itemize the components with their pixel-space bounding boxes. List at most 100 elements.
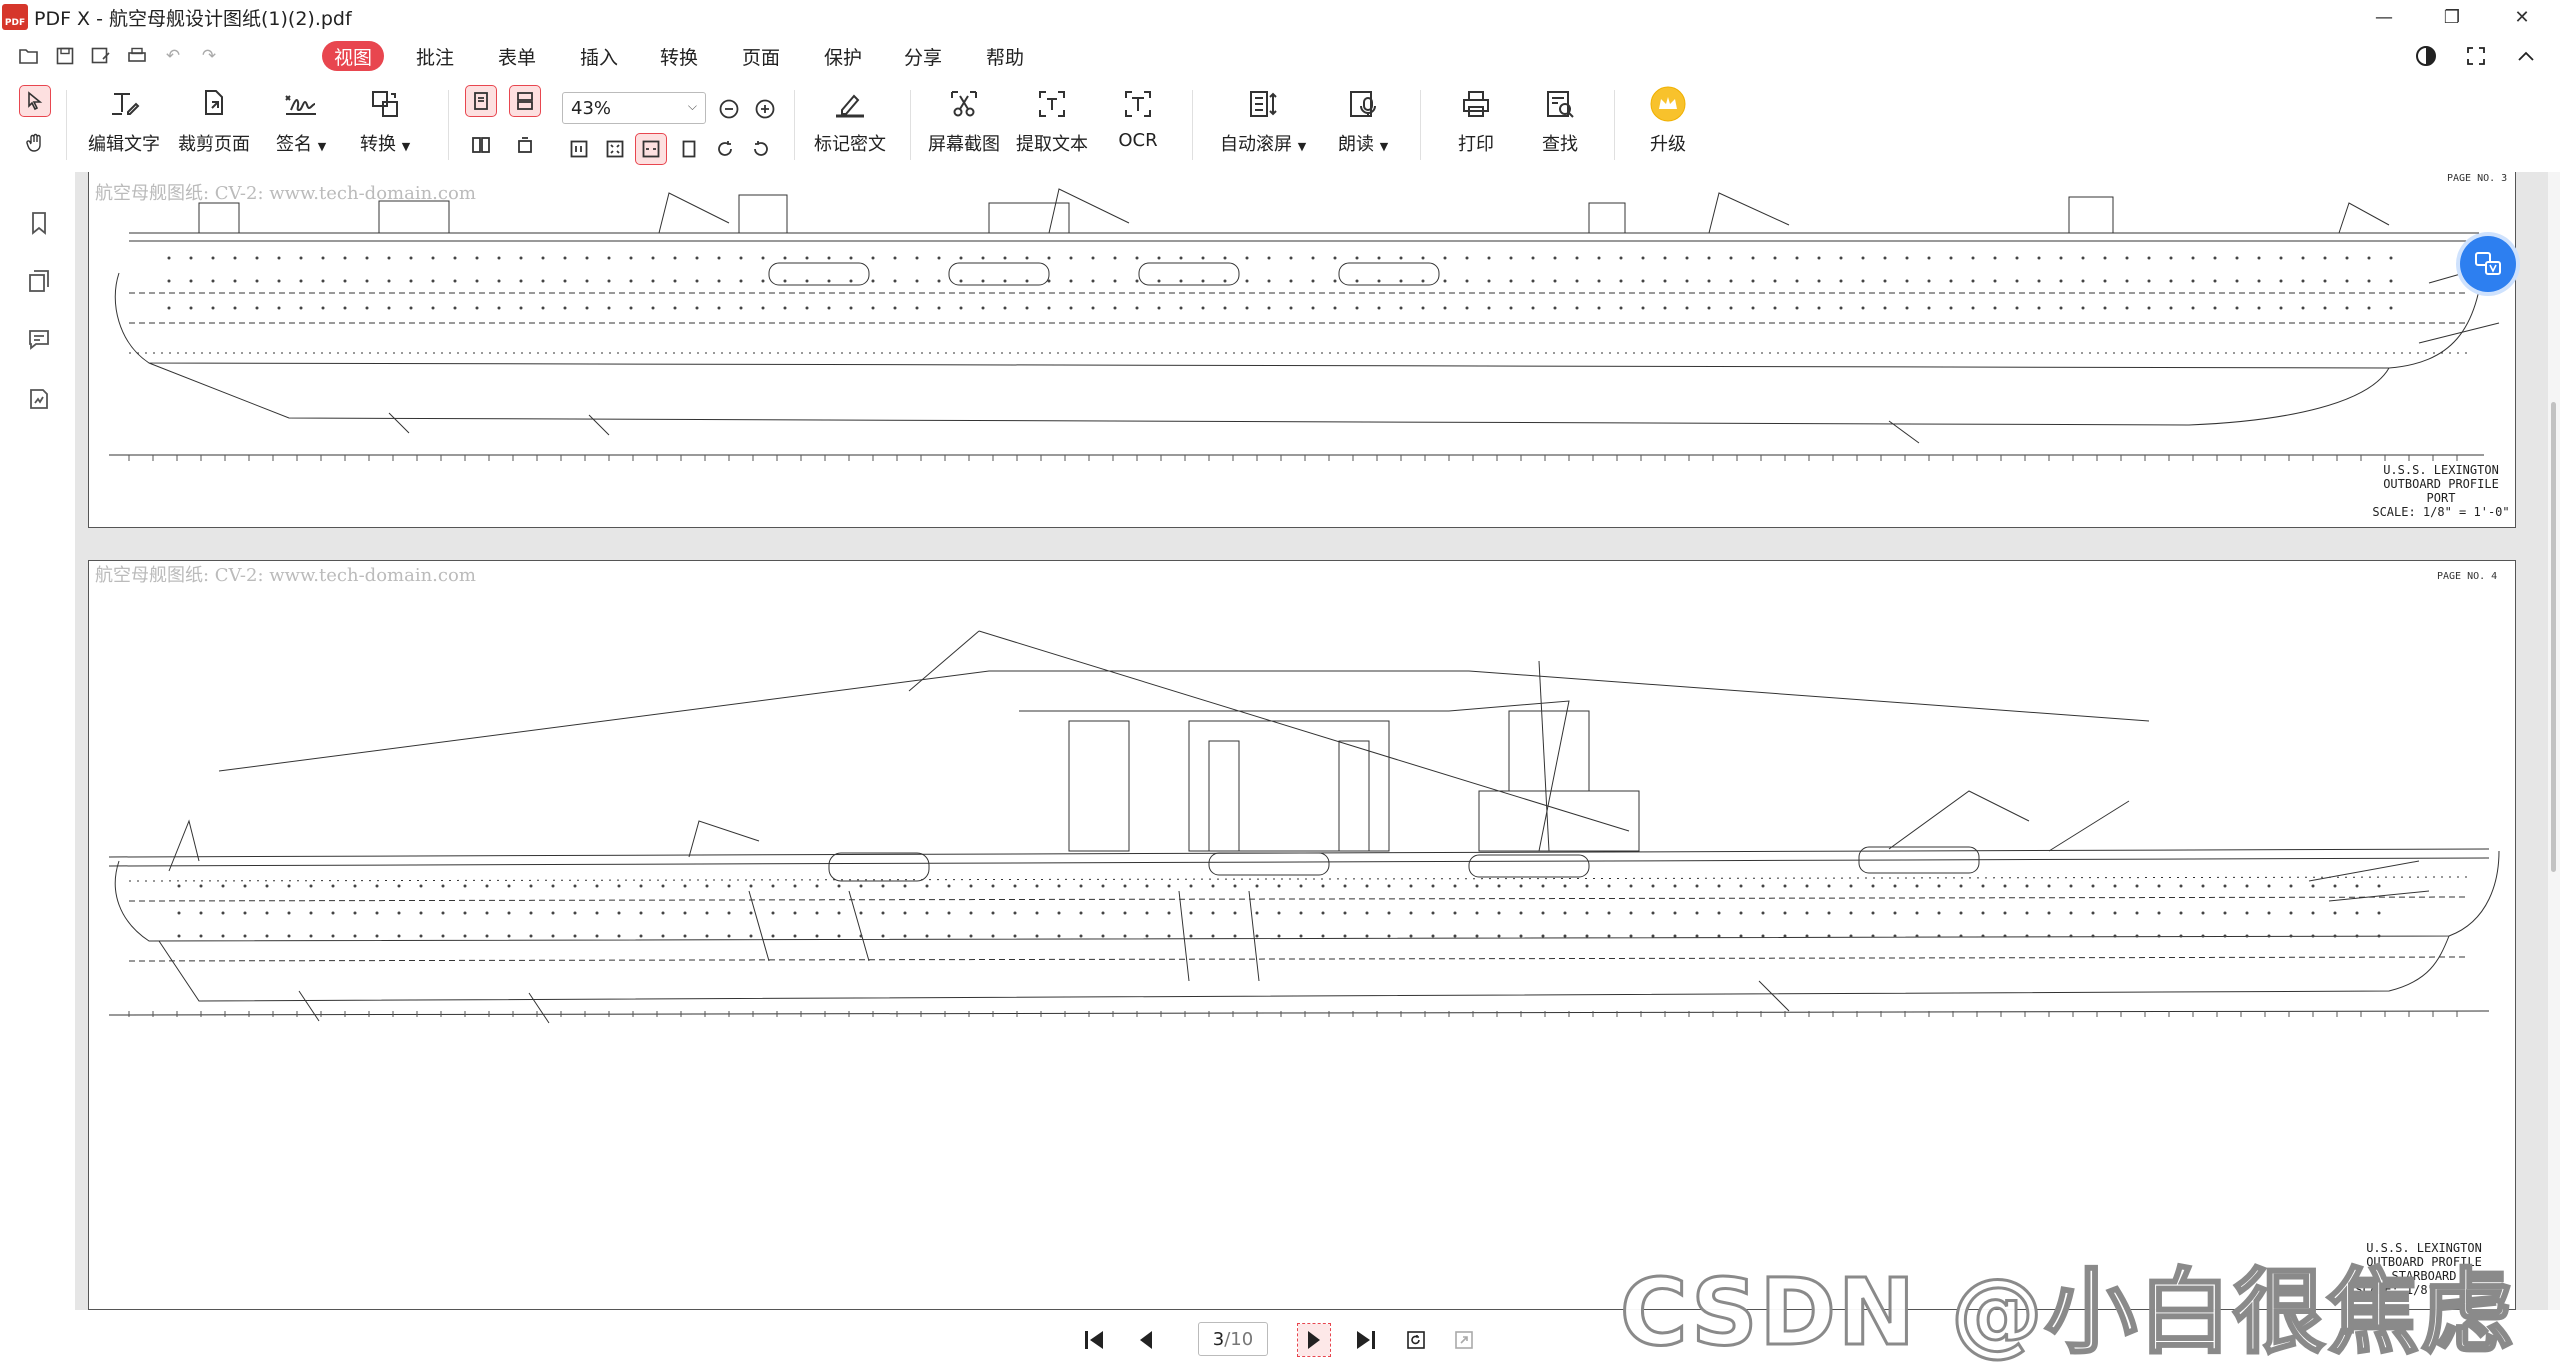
crop-page-icon [194, 84, 234, 124]
edit-text-button[interactable]: 编辑文字 [88, 84, 160, 166]
zoom-out-icon[interactable] [714, 94, 744, 124]
fullscreen-icon[interactable] [2462, 42, 2490, 70]
extract-text-button[interactable]: 提取文本 [1016, 84, 1088, 166]
print-label: 打印 [1458, 134, 1494, 155]
extract-text-icon [1032, 84, 1072, 124]
current-page: 3 [1212, 1328, 1225, 1350]
select-tool-icon[interactable] [19, 85, 51, 117]
redo-icon[interactable]: ↷ [198, 46, 220, 66]
tab-forms[interactable]: 表单 [486, 41, 548, 71]
page-number-input[interactable]: 3/10 [1198, 1322, 1268, 1356]
find-label: 查找 [1542, 134, 1578, 155]
open-folder-icon[interactable] [18, 46, 40, 66]
continuous-view-icon[interactable] [509, 85, 541, 117]
convert-button[interactable]: 转换 ▼ [360, 84, 410, 166]
theme-toggle-icon[interactable] [2412, 42, 2440, 70]
toolbar-separator [448, 90, 449, 160]
collapse-ribbon-icon[interactable] [2512, 42, 2540, 70]
fit-visible-icon[interactable] [674, 134, 704, 164]
zoom-in-icon[interactable] [750, 94, 780, 124]
actual-size-icon[interactable] [564, 134, 594, 164]
translate-icon [2475, 252, 2501, 275]
upgrade-crown-icon [1648, 84, 1688, 124]
fit-page-icon[interactable] [600, 134, 630, 164]
save-as-icon[interactable] [90, 46, 112, 66]
rotate-clockwise-icon[interactable] [710, 134, 740, 164]
upgrade-button[interactable]: 升级 [1648, 84, 1688, 166]
save-icon[interactable] [54, 46, 76, 66]
crop-page-button[interactable]: 裁剪页面 [178, 84, 250, 166]
two-page-view-icon[interactable] [466, 130, 496, 160]
first-page-icon[interactable] [1078, 1324, 1110, 1356]
document-viewport[interactable]: 航空母舰图纸: CV-2: www.tech-domain.com PAGE N… [76, 172, 2548, 1310]
title-bar: PDF PDF X - 航空母舰设计图纸(1)(2).pdf — ❐ ✕ [0, 0, 2560, 34]
minimize-button[interactable]: — [2352, 0, 2416, 34]
rotate-counterclockwise-icon[interactable] [746, 134, 776, 164]
print-quick-icon[interactable] [126, 46, 148, 66]
single-page-view-icon[interactable] [465, 85, 497, 117]
signature-label: 签名 ▼ [276, 134, 327, 155]
print-button[interactable]: 打印 [1456, 84, 1496, 166]
close-button[interactable]: ✕ [2490, 0, 2554, 34]
pdf-page-4: 航空母舰图纸: CV-2: www.tech-domain.com PAGE N… [88, 560, 2516, 1310]
undo-icon[interactable]: ↶ [162, 46, 184, 66]
scrollbar-thumb[interactable] [2551, 402, 2556, 872]
toolbar-separator [1420, 90, 1421, 160]
comments-icon[interactable] [24, 324, 54, 354]
auto-scroll-button[interactable]: 自动滚屏 ▼ [1220, 84, 1306, 166]
zoom-value: 43% [571, 97, 612, 119]
signature-button[interactable]: 签名 ▼ [276, 84, 326, 166]
mark-redaction-button[interactable]: 标记密文 [814, 84, 886, 166]
edit-text-label: 编辑文字 [88, 134, 160, 155]
tab-help[interactable]: 帮助 [974, 41, 1036, 71]
go-forward-view-icon[interactable] [1448, 1324, 1480, 1356]
signature-icon [281, 84, 321, 124]
auto-scroll-label: 自动滚屏 ▼ [1220, 134, 1307, 155]
app-logo-icon: PDF [2, 4, 28, 30]
printer-icon [1456, 84, 1496, 124]
go-back-view-icon[interactable] [1400, 1324, 1432, 1356]
cover-view-icon[interactable] [510, 130, 540, 160]
next-page-icon[interactable] [1297, 1323, 1331, 1357]
app-logo-text: PDF [4, 18, 26, 28]
tab-insert[interactable]: 插入 [568, 41, 630, 71]
fit-width-icon[interactable] [635, 133, 667, 165]
mark-redaction-label: 标记密文 [814, 134, 886, 155]
bookmark-icon[interactable] [24, 208, 54, 238]
tab-view[interactable]: 视图 [322, 41, 385, 71]
hand-tool-icon[interactable] [20, 128, 50, 158]
vertical-scrollbar[interactable] [2548, 172, 2560, 1310]
scissors-icon [944, 84, 984, 124]
caption-scale: SCALE: 1/8" = 1'-0" [2372, 505, 2510, 519]
last-page-icon[interactable] [1350, 1324, 1382, 1356]
tab-protect[interactable]: 保护 [812, 41, 874, 71]
zoom-select[interactable]: 43% ⌵ [562, 92, 706, 124]
ocr-button[interactable]: OCR [1118, 84, 1158, 166]
read-aloud-button[interactable]: 朗读 ▼ [1338, 84, 1388, 166]
chevron-down-icon: ⌵ [687, 99, 697, 113]
window-title: PDF X - 航空母舰设计图纸(1)(2).pdf [34, 7, 352, 30]
toolbar-separator [66, 90, 67, 160]
previous-page-icon[interactable] [1130, 1324, 1162, 1356]
toolbar-separator [910, 90, 911, 160]
auto-scroll-icon [1243, 84, 1283, 124]
toolbar-separator [1614, 90, 1615, 160]
crop-page-label: 裁剪页面 [178, 134, 250, 155]
find-icon [1540, 84, 1580, 124]
translate-float-button[interactable] [2460, 236, 2516, 292]
tab-annotate[interactable]: 批注 [404, 41, 466, 71]
thumbnails-icon[interactable] [24, 266, 54, 296]
overlay-watermark-text: CSDN @小白很焦虑 [1619, 1258, 2515, 1368]
find-button[interactable]: 查找 [1540, 84, 1580, 166]
read-aloud-label: 朗读 ▼ [1338, 134, 1389, 155]
redaction-marker-icon [830, 84, 870, 124]
read-aloud-icon [1343, 84, 1383, 124]
tab-page[interactable]: 页面 [730, 41, 792, 71]
upgrade-label: 升级 [1650, 134, 1686, 155]
convert-label: 转换 ▼ [360, 134, 411, 155]
signatures-panel-icon[interactable] [24, 384, 54, 414]
restore-button[interactable]: ❐ [2420, 0, 2484, 34]
tab-share[interactable]: 分享 [892, 41, 954, 71]
tab-convert[interactable]: 转换 [648, 41, 710, 71]
screenshot-button[interactable]: 屏幕截图 [928, 84, 1000, 166]
